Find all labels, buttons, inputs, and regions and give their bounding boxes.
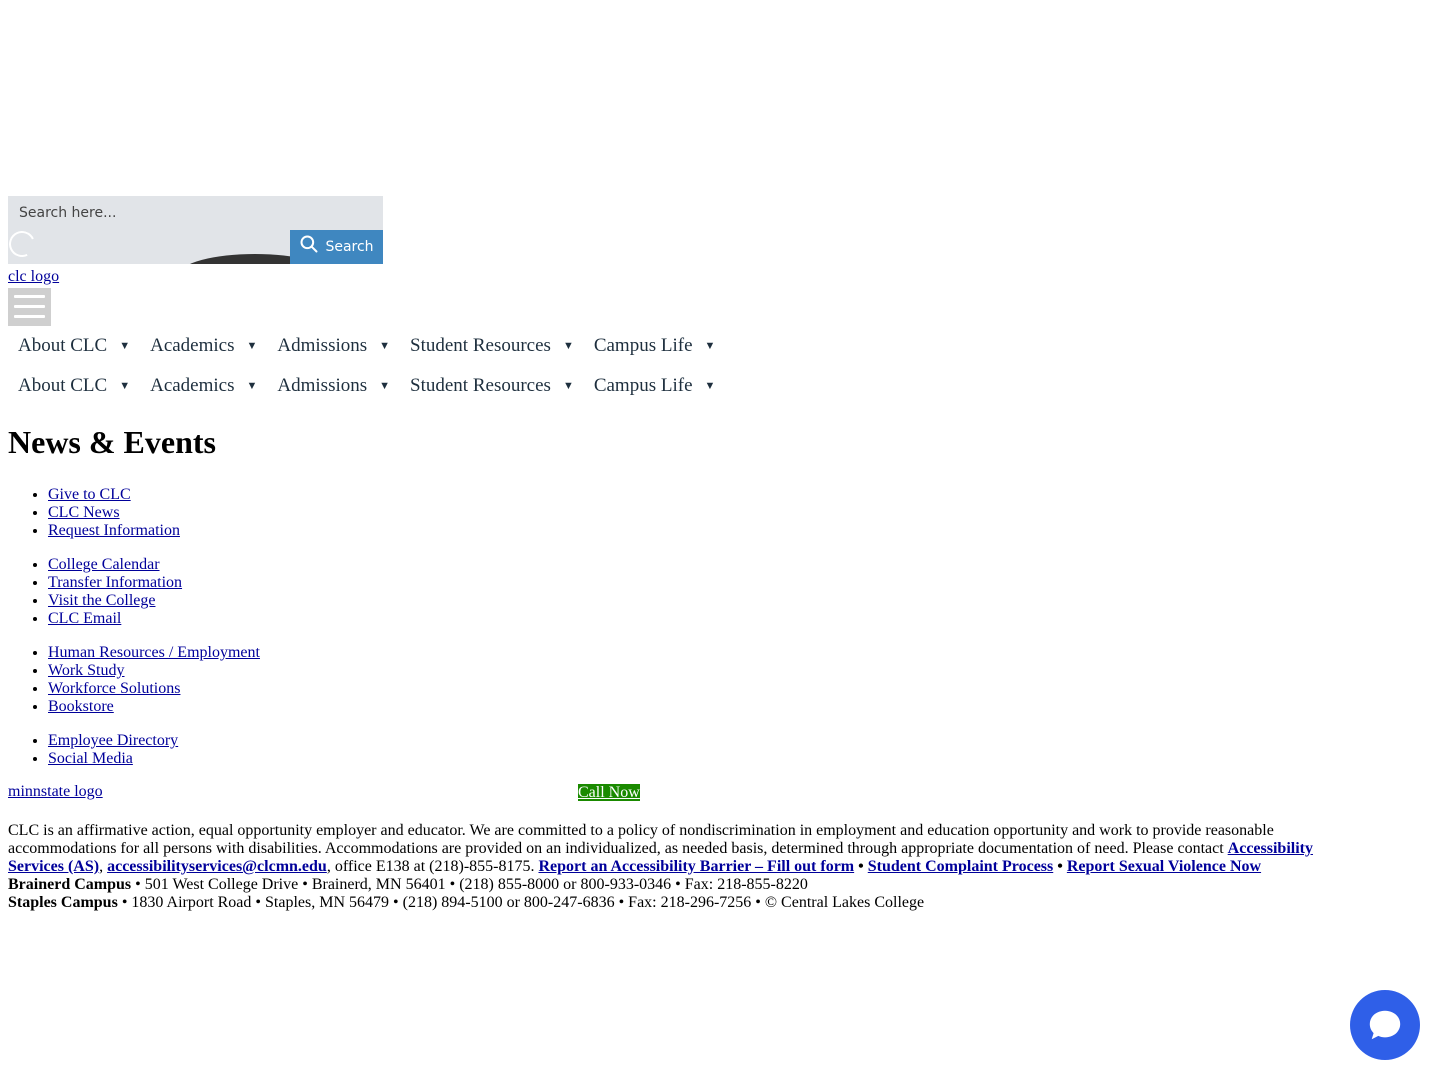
caret-down-icon: ▼ xyxy=(246,340,258,352)
chat-widget-button[interactable] xyxy=(1350,990,1420,1060)
caret-down-icon: ▼ xyxy=(119,380,131,392)
main-nav: About CLC ▼ Academics ▼ Admissions ▼ Studen… xyxy=(8,326,725,366)
link-work-study[interactable]: Work Study xyxy=(48,662,125,679)
chat-bubble-icon xyxy=(1369,1010,1401,1040)
link-college-calendar[interactable]: College Calendar xyxy=(48,556,160,573)
caret-down-icon: ▼ xyxy=(562,340,574,352)
list-item: Employee Directory xyxy=(48,732,178,750)
caret-down-icon: ▼ xyxy=(704,380,716,392)
nav-item-student-resources[interactable]: Student Resources ▼ xyxy=(400,326,584,366)
caret-down-icon: ▼ xyxy=(704,340,716,352)
call-now-button[interactable]: Call Now xyxy=(578,784,640,801)
nav-item-admissions[interactable]: Admissions ▼ xyxy=(267,366,400,406)
link-clc-news[interactable]: CLC News xyxy=(48,504,120,521)
clc-logo[interactable]: clc logo xyxy=(8,268,59,286)
list-item: Request Information xyxy=(48,522,180,540)
list-item: Visit the College xyxy=(48,592,182,610)
caret-down-icon: ▼ xyxy=(379,340,391,352)
staples-campus-info: Staples Campus • 1830 Airport Road • Sta… xyxy=(8,894,925,911)
search-icon xyxy=(300,235,318,253)
link-bookstore[interactable]: Bookstore xyxy=(48,698,114,715)
list-item: College Calendar xyxy=(48,556,182,574)
caret-down-icon: ▼ xyxy=(562,380,574,392)
nav-item-academics[interactable]: Academics ▼ xyxy=(140,366,267,406)
list-item: Transfer Information xyxy=(48,574,182,592)
link-employee-directory[interactable]: Employee Directory xyxy=(48,732,178,749)
link-social-media[interactable]: Social Media xyxy=(48,750,133,767)
accessibility-email-link[interactable]: accessibilityservices@clcmn.edu xyxy=(107,858,327,875)
nav-item-about[interactable]: About CLC ▼ xyxy=(8,366,140,406)
nav-item-campus-life[interactable]: Campus Life ▼ xyxy=(584,326,726,366)
nav-item-about[interactable]: About CLC ▼ xyxy=(8,326,140,366)
list-item: CLC Email xyxy=(48,610,182,628)
list-item: Human Resources / Employment xyxy=(48,644,260,662)
link-give-to-clc[interactable]: Give to CLC xyxy=(48,486,131,503)
list-item: CLC News xyxy=(48,504,180,522)
nav-item-academics[interactable]: Academics ▼ xyxy=(140,326,267,366)
nav-item-campus-life[interactable]: Campus Life ▼ xyxy=(584,366,726,406)
link-list-1: Give to CLC CLC News Request Information xyxy=(8,486,180,540)
brainerd-campus-info: Brainerd Campus • 501 West College Drive… xyxy=(8,876,808,893)
footer-text: CLC is an affirmative action, equal oppo… xyxy=(8,822,1338,912)
mobile-nav: About CLC ▼ Academics ▼ Admissions ▼ Studen… xyxy=(8,366,725,406)
student-complaint-link[interactable]: Student Complaint Process xyxy=(868,858,1054,875)
list-item: Social Media xyxy=(48,750,178,768)
caret-down-icon: ▼ xyxy=(246,380,258,392)
nav-item-admissions[interactable]: Admissions ▼ xyxy=(267,326,400,366)
report-sexual-violence-link[interactable]: Report Sexual Violence Now xyxy=(1067,858,1261,875)
link-clc-email[interactable]: CLC Email xyxy=(48,610,121,627)
link-transfer-information[interactable]: Transfer Information xyxy=(48,574,182,591)
search-button-label: Search xyxy=(325,239,374,255)
link-visit-the-college[interactable]: Visit the College xyxy=(48,592,155,609)
caret-down-icon: ▼ xyxy=(119,340,131,352)
link-workforce-solutions[interactable]: Workforce Solutions xyxy=(48,680,180,697)
link-list-4: Employee Directory Social Media xyxy=(8,732,178,768)
caret-down-icon: ▼ xyxy=(379,380,391,392)
call-now-link[interactable]: Call Now xyxy=(578,784,640,801)
page-title: News & Events xyxy=(8,424,216,460)
minnstate-logo[interactable]: minnstate logo xyxy=(8,783,103,801)
search-button[interactable]: Search xyxy=(290,230,383,264)
link-human-resources[interactable]: Human Resources / Employment xyxy=(48,644,260,661)
link-list-3: Human Resources / Employment Work Study … xyxy=(8,644,260,716)
link-list-2: College Calendar Transfer Information Vi… xyxy=(8,556,182,628)
nav-item-student-resources[interactable]: Student Resources ▼ xyxy=(400,366,584,406)
list-item: Bookstore xyxy=(48,698,260,716)
report-barrier-link[interactable]: Report an Accessibility Barrier – Fill o… xyxy=(538,858,854,875)
list-item: Give to CLC xyxy=(48,486,180,504)
list-item: Workforce Solutions xyxy=(48,680,260,698)
link-request-information[interactable]: Request Information xyxy=(48,522,180,539)
list-item: Work Study xyxy=(48,662,260,680)
search-input[interactable] xyxy=(8,196,383,230)
nondiscrimination-statement: CLC is an affirmative action, equal oppo… xyxy=(8,822,1313,875)
hamburger-menu-icon[interactable] xyxy=(8,288,51,326)
